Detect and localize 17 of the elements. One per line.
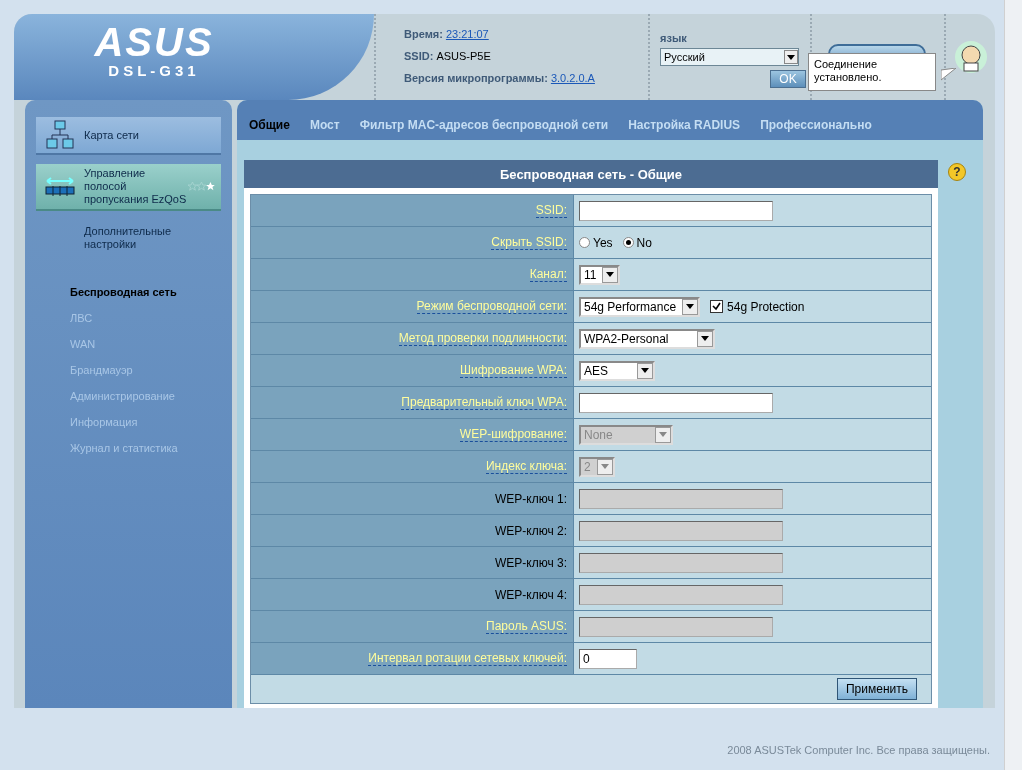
section-title: Беспроводная сеть - Общие: [244, 160, 938, 188]
copyright-text: 2008 ASUSTek Computer Inc. Все права защищены.: [727, 744, 990, 756]
brand-logo: ASUS: [94, 22, 214, 62]
ssid-label: SSID:: [404, 50, 434, 62]
model-name: DSL-G31: [108, 62, 200, 79]
ssid-value: ASUS-P5E: [436, 50, 491, 62]
firmware-label: Версия микропрограммы:: [404, 72, 548, 84]
language-label: язык: [660, 32, 688, 44]
time-label: Время:: [404, 28, 443, 40]
status-tooltip: Соединение установлено.: [808, 53, 936, 91]
checkbox-label: 54g Protection: [727, 299, 805, 314]
field-label: WEP-ключ 2:: [494, 523, 567, 538]
radio-label: No: [636, 235, 652, 250]
field-label: WEP-ключ 1:: [494, 491, 567, 506]
field-label: WEP-ключ 3:: [494, 555, 567, 570]
radio-label: Yes: [593, 235, 613, 250]
field-label: WEP-ключ 4:: [494, 587, 567, 602]
